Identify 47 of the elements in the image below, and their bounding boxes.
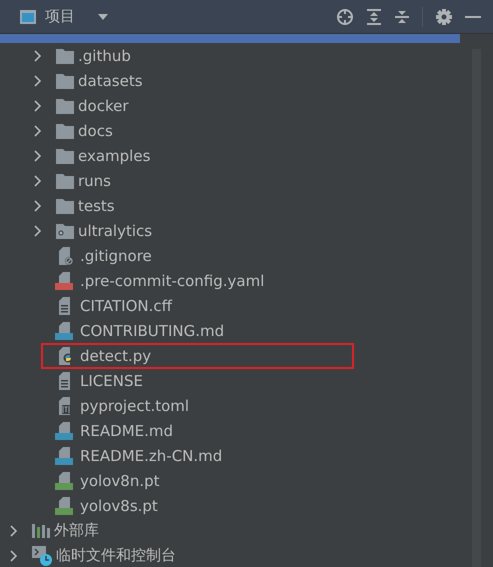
settings-icon[interactable] bbox=[435, 8, 453, 26]
window-icon bbox=[19, 8, 37, 24]
chevron-icon[interactable] bbox=[33, 50, 43, 62]
expand-all-icon[interactable] bbox=[366, 8, 382, 26]
folder-icon bbox=[55, 72, 75, 90]
minimize-icon[interactable] bbox=[465, 14, 481, 18]
chevron-icon[interactable] bbox=[9, 550, 19, 562]
chevron-icon[interactable] bbox=[33, 200, 43, 212]
folder-icon bbox=[55, 46, 75, 64]
locate-icon[interactable] bbox=[336, 8, 354, 26]
folder-icon bbox=[55, 172, 75, 190]
file-name[interactable]: examples bbox=[78, 146, 150, 164]
file-name[interactable]: README.md bbox=[80, 422, 174, 440]
file-name[interactable]: yolov8s.pt bbox=[80, 496, 158, 514]
panel-title: 项目 bbox=[45, 7, 75, 26]
folder-icon bbox=[55, 146, 75, 164]
file-name[interactable]: yolov8n.pt bbox=[80, 472, 160, 490]
chevron-icon[interactable] bbox=[9, 524, 19, 536]
chevron-icon[interactable] bbox=[33, 74, 43, 86]
file-name[interactable]: CITATION.cff bbox=[80, 296, 172, 314]
chevron-icon[interactable] bbox=[33, 224, 43, 236]
file-name[interactable]: datasets bbox=[78, 72, 143, 90]
dropdown-caret-icon[interactable] bbox=[97, 12, 109, 20]
file-name[interactable]: LICENSE bbox=[80, 372, 143, 390]
module-folder-icon bbox=[55, 222, 75, 240]
folder-icon bbox=[55, 96, 75, 114]
file-name[interactable]: docs bbox=[78, 122, 113, 140]
chevron-icon[interactable] bbox=[33, 150, 43, 162]
file-name[interactable]: .github bbox=[78, 46, 131, 64]
folder-icon bbox=[55, 122, 75, 140]
folder-icon bbox=[55, 196, 75, 214]
file-name[interactable]: ultralytics bbox=[78, 222, 152, 240]
file-name[interactable]: CONTRIBUTING.md bbox=[80, 322, 224, 340]
file-name[interactable]: README.zh-CN.md bbox=[80, 446, 222, 464]
tree-item[interactable]: 临时文件和控制台 bbox=[56, 546, 176, 565]
file-name[interactable]: pyproject.toml bbox=[80, 396, 190, 414]
file-name[interactable]: detect.py bbox=[80, 346, 152, 364]
chevron-icon[interactable] bbox=[33, 174, 43, 186]
file-name[interactable]: .pre-commit-config.yaml bbox=[80, 272, 264, 290]
chevron-icon[interactable] bbox=[33, 100, 43, 112]
library-icon bbox=[31, 522, 51, 540]
chevron-icon[interactable] bbox=[33, 124, 43, 136]
file-name[interactable]: .gitignore bbox=[80, 246, 152, 264]
file-name[interactable]: runs bbox=[78, 172, 111, 190]
tree-item[interactable]: 外部库 bbox=[54, 521, 99, 540]
file-name[interactable]: tests bbox=[78, 196, 115, 214]
file-name[interactable]: docker bbox=[78, 96, 128, 114]
